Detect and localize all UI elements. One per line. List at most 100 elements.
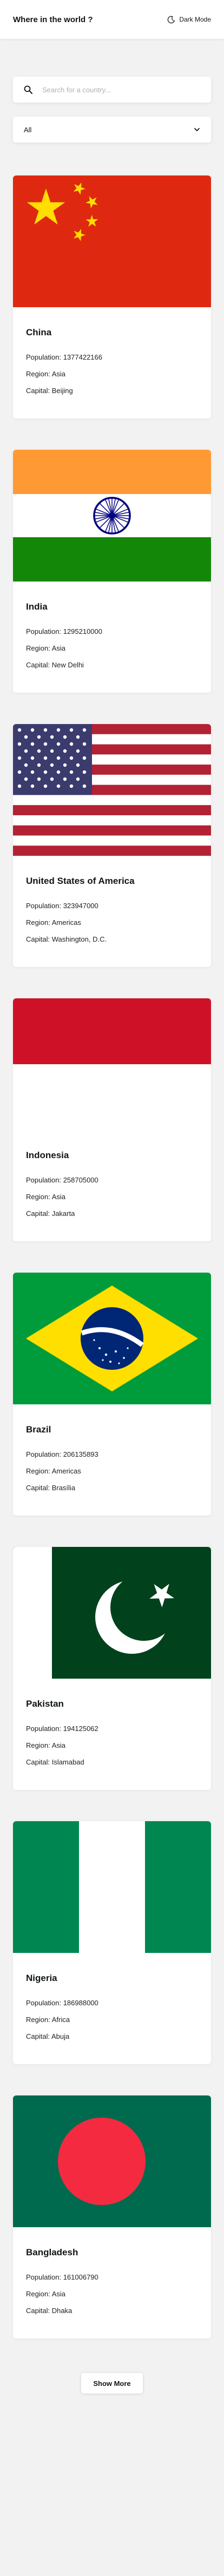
capital-row: Capital: Abuja: [26, 2028, 198, 2045]
population-value: 1377422166: [63, 353, 102, 361]
capital-row: Capital: Washington, D.C.: [26, 931, 198, 948]
capital-value: Brasília: [51, 1484, 76, 1492]
region-row: Region: Asia: [26, 1737, 198, 1754]
region-value: Asia: [51, 2290, 66, 2298]
country-grid: China Population: 1377422166 Region: Asi…: [13, 175, 211, 2338]
capital-label: Capital:: [26, 387, 50, 395]
region-value: Asia: [51, 644, 66, 652]
capital-label: Capital:: [26, 1484, 50, 1492]
population-label: Population:: [26, 1999, 62, 2007]
population-value: 186988000: [63, 1999, 98, 2007]
population-label: Population:: [26, 902, 62, 910]
population-row: Population: 258705000: [26, 1172, 198, 1188]
capital-value: Abuja: [51, 2032, 70, 2040]
brazil-flag: [13, 1273, 211, 1404]
country-name: Brazil: [26, 1424, 51, 1435]
population-row: Population: 161006790: [26, 2269, 198, 2286]
region-value: Asia: [51, 370, 66, 378]
population-value: 206135893: [63, 1450, 98, 1458]
capital-value: Beijing: [51, 387, 73, 395]
region-filter-dropdown[interactable]: All: [13, 117, 211, 143]
capital-value: Jakarta: [51, 1209, 75, 1218]
region-row: Region: Asia: [26, 2286, 198, 2302]
country-card[interactable]: China Population: 1377422166 Region: Asi…: [13, 175, 211, 418]
country-card[interactable]: Brazil Population: 206135893 Region: Ame…: [13, 1273, 211, 1516]
site-title: Where in the world ?: [13, 15, 93, 24]
search-input[interactable]: [42, 85, 200, 94]
region-row: Region: Africa: [26, 2011, 198, 2028]
population-value: 161006790: [63, 2273, 98, 2281]
capital-label: Capital:: [26, 2307, 50, 2315]
region-value: Asia: [51, 1193, 66, 1201]
capital-row: Capital: New Delhi: [26, 657, 198, 673]
show-more-button[interactable]: Show More: [81, 2373, 143, 2394]
population-label: Population:: [26, 1176, 62, 1184]
region-label: Region:: [26, 2016, 50, 2024]
country-name: United States of America: [26, 876, 135, 886]
region-label: Region:: [26, 1741, 50, 1749]
country-card[interactable]: Indonesia Population: 258705000 Region: …: [13, 998, 211, 1241]
country-card[interactable]: India Population: 1295210000 Region: Asi…: [13, 450, 211, 693]
capital-row: Capital: Islamabad: [26, 1754, 198, 1770]
region-label: Region:: [26, 644, 50, 652]
capital-value: Dhaka: [51, 2307, 73, 2315]
population-label: Population:: [26, 2273, 62, 2281]
country-card[interactable]: Bangladesh Population: 161006790 Region:…: [13, 2095, 211, 2338]
region-row: Region: Asia: [26, 366, 198, 382]
china-flag: [13, 175, 211, 307]
capital-value: New Delhi: [51, 661, 84, 669]
population-value: 1295210000: [63, 627, 102, 635]
search-bar: [13, 77, 211, 103]
region-row: Region: Americas: [26, 914, 198, 931]
nigeria-flag: [13, 1821, 211, 1953]
bangladesh-flag: [13, 2095, 211, 2227]
region-row: Region: Asia: [26, 1188, 198, 1205]
population-row: Population: 1377422166: [26, 349, 198, 366]
search-icon: [24, 85, 32, 94]
population-value: 323947000: [63, 902, 98, 910]
capital-row: Capital: Jakarta: [26, 1205, 198, 1222]
country-card[interactable]: Nigeria Population: 186988000 Region: Af…: [13, 1821, 211, 2064]
region-value: Americas: [51, 918, 81, 927]
population-label: Population:: [26, 353, 62, 361]
pakistan-flag: [13, 1547, 211, 1679]
region-value: Africa: [51, 2016, 70, 2024]
population-value: 258705000: [63, 1176, 98, 1184]
site-header: Where in the world ? Dark Mode: [0, 0, 224, 39]
country-name: India: [26, 601, 48, 612]
population-label: Population:: [26, 1725, 62, 1733]
region-row: Region: Americas: [26, 1463, 198, 1479]
dark-mode-label: Dark Mode: [179, 16, 211, 23]
capital-row: Capital: Beijing: [26, 382, 198, 399]
region-label: Region:: [26, 918, 50, 927]
capital-value: Islamabad: [51, 1758, 84, 1766]
usa-flag: [13, 724, 211, 856]
country-name: Nigeria: [26, 1973, 57, 1983]
region-label: Region:: [26, 1193, 50, 1201]
capital-label: Capital:: [26, 935, 50, 943]
population-row: Population: 206135893: [26, 1446, 198, 1463]
capital-label: Capital:: [26, 661, 50, 669]
chevron-down-icon: [194, 128, 200, 131]
capital-label: Capital:: [26, 1209, 50, 1218]
show-more-wrapper: Show More: [0, 2373, 224, 2426]
indonesia-flag: [13, 998, 211, 1130]
region-value: Asia: [51, 1741, 66, 1749]
region-label: Region:: [26, 370, 50, 378]
capital-row: Capital: Brasília: [26, 1479, 198, 1496]
country-card[interactable]: Pakistan Population: 194125062 Region: A…: [13, 1547, 211, 1790]
population-row: Population: 1295210000: [26, 623, 198, 640]
country-name: China: [26, 327, 52, 337]
country-card[interactable]: United States of America Population: 323…: [13, 724, 211, 967]
population-row: Population: 194125062: [26, 1720, 198, 1737]
population-label: Population:: [26, 627, 62, 635]
region-filter-value: All: [24, 125, 32, 134]
india-flag: [13, 450, 211, 582]
region-row: Region: Asia: [26, 640, 198, 657]
population-value: 194125062: [63, 1725, 98, 1733]
region-label: Region:: [26, 2290, 50, 2298]
moon-icon: [168, 16, 175, 23]
capital-label: Capital:: [26, 1758, 50, 1766]
dark-mode-toggle[interactable]: Dark Mode: [167, 16, 211, 24]
country-name: Indonesia: [26, 1150, 69, 1160]
